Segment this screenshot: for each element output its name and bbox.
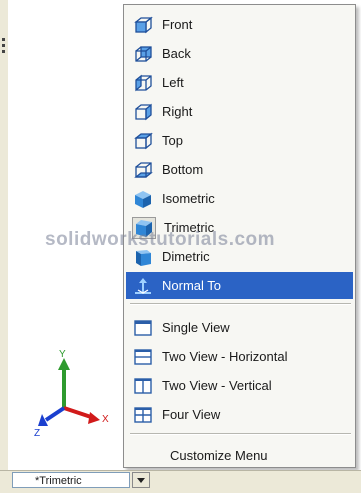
menu-item-label: Trimetric <box>164 220 215 235</box>
menu-item-dimetric[interactable]: Dimetric <box>126 243 353 270</box>
dimetric-cube-icon <box>132 247 154 267</box>
two-view-horizontal-icon <box>132 347 154 367</box>
menu-item-label: Front <box>162 17 193 32</box>
menu-item-label: Two View - Horizontal <box>162 349 288 364</box>
menu-item-label: Right <box>162 104 193 119</box>
reference-triad: Y X Z <box>34 350 109 439</box>
panel-grip-dot <box>2 38 5 41</box>
four-view-icon <box>132 405 154 425</box>
menu-item-four-view[interactable]: Four View <box>126 401 353 428</box>
view-cube-front-icon <box>132 15 154 35</box>
menu-item-top[interactable]: Top <box>126 127 353 154</box>
view-cube-top-icon <box>132 131 154 151</box>
view-orientation-menu: Front Back Left Right Top Bottom Isometr… <box>123 4 356 468</box>
menu-item-bottom[interactable]: Bottom <box>126 156 353 183</box>
panel-grip-dot <box>2 44 5 47</box>
menu-item-label: Bottom <box>162 162 204 177</box>
menu-item-label: Two View - Vertical <box>162 378 272 393</box>
panel-grip-dot <box>2 50 5 53</box>
isometric-cube-icon <box>132 189 154 209</box>
menu-item-label: Four View <box>162 407 221 422</box>
menu-item-trimetric[interactable]: Trimetric <box>126 214 353 241</box>
menu-item-back[interactable]: Back <box>126 40 353 67</box>
menu-item-two-view-horizontal[interactable]: Two View - Horizontal <box>126 343 353 370</box>
menu-separator <box>130 303 351 305</box>
normal-to-icon <box>132 276 154 296</box>
view-cube-right-icon <box>132 102 154 122</box>
view-cube-left-icon <box>132 73 154 93</box>
triad-y-label: Y <box>59 350 66 360</box>
current-view-dropdown[interactable]: *Trimetric <box>12 472 130 488</box>
triad-x-arrowhead <box>88 412 100 424</box>
triad-z-axis <box>44 406 66 422</box>
menu-item-customize-menu[interactable]: Customize Menu <box>126 442 353 469</box>
menu-item-label: Top <box>162 133 183 148</box>
two-view-vertical-icon <box>132 376 154 396</box>
triad-x-label: X <box>102 414 109 425</box>
menu-item-right[interactable]: Right <box>126 98 353 125</box>
menu-item-label: Left <box>162 75 184 90</box>
trimetric-cube-icon <box>132 216 156 239</box>
single-view-icon <box>132 318 154 338</box>
menu-item-label: Dimetric <box>162 249 210 264</box>
view-cube-back-icon <box>132 44 154 64</box>
menu-item-label: Normal To <box>162 278 222 293</box>
menu-item-label: Back <box>162 46 191 61</box>
menu-item-label: Customize Menu <box>170 448 268 463</box>
dropdown-arrow-button[interactable] <box>132 472 150 488</box>
menu-item-isometric[interactable]: Isometric <box>126 185 353 212</box>
menu-item-front[interactable]: Front <box>126 11 353 38</box>
triad-z-label: Z <box>34 428 40 439</box>
menu-item-two-view-vertical[interactable]: Two View - Vertical <box>126 372 353 399</box>
menu-item-normal-to[interactable]: Normal To <box>126 272 353 299</box>
view-cube-bottom-icon <box>132 160 154 180</box>
menu-separator <box>130 433 351 435</box>
menu-item-single-view[interactable]: Single View <box>126 314 353 341</box>
menu-item-label: Single View <box>162 320 230 335</box>
menu-item-label: Isometric <box>162 191 215 206</box>
menu-item-left[interactable]: Left <box>126 69 353 96</box>
